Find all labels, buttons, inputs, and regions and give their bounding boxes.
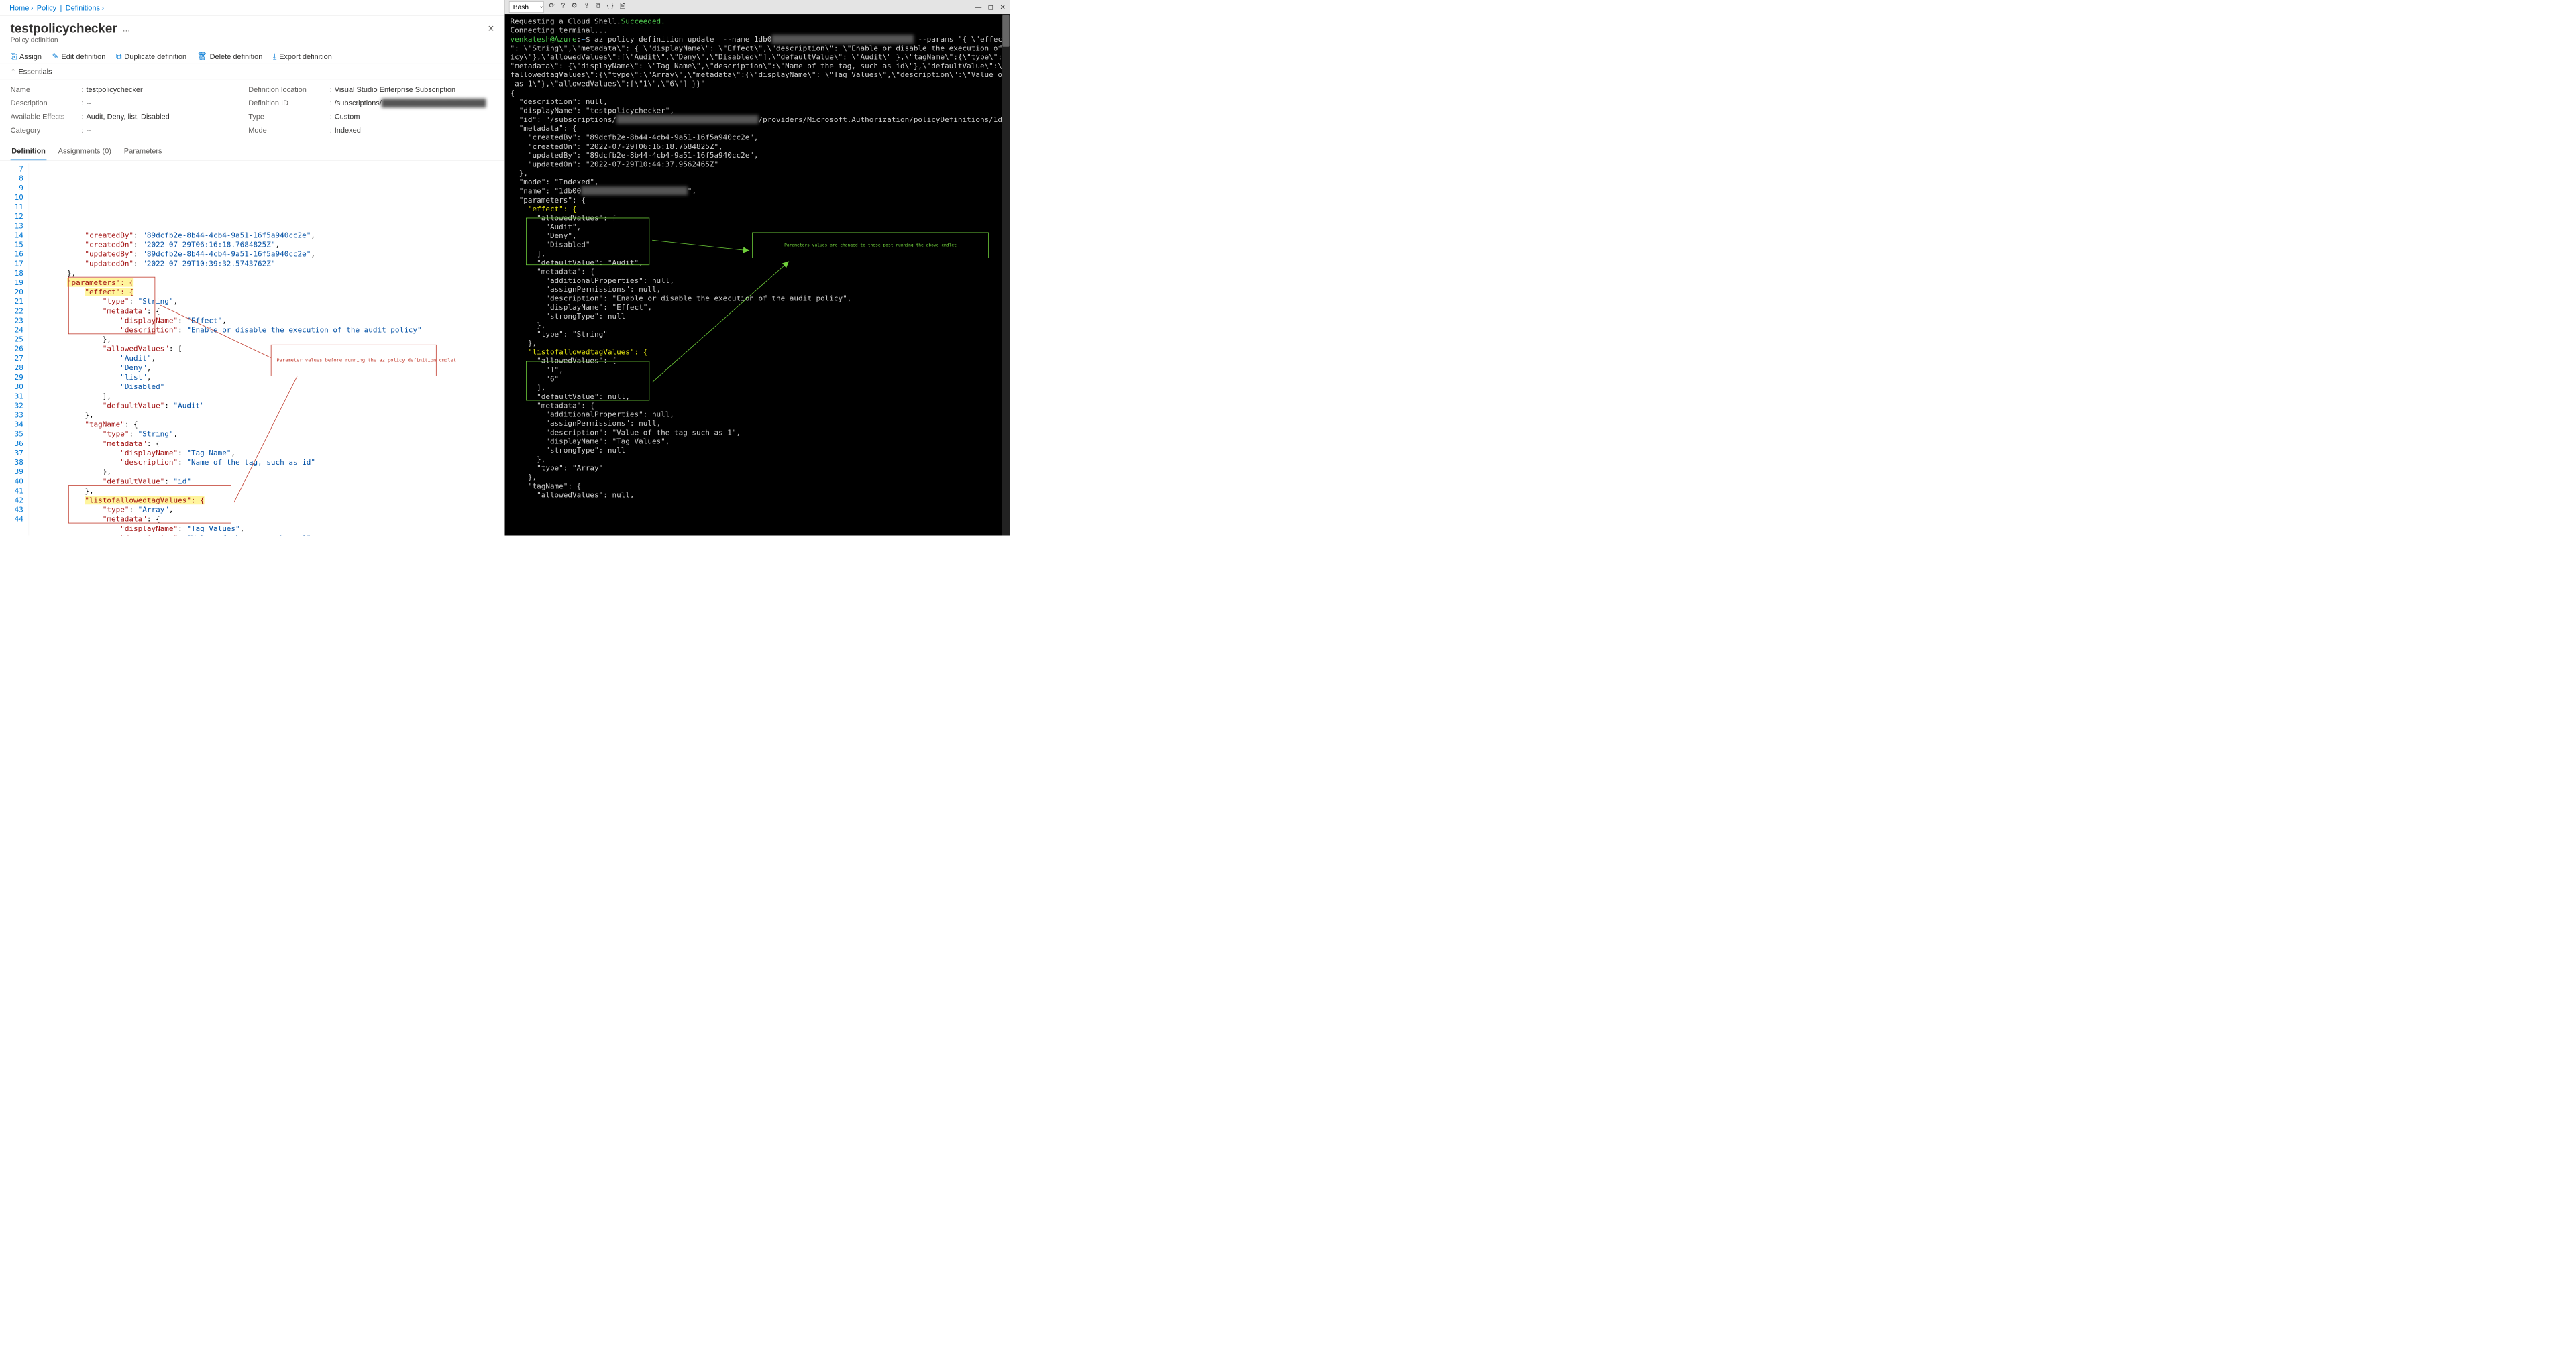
edit-icon: ✎ (52, 52, 59, 61)
duplicate-icon: ⧉ (116, 52, 121, 60)
settings-icon[interactable]: ⚙ (572, 1, 578, 13)
upload-icon[interactable]: ⇪ (584, 1, 590, 13)
breadcrumb-definitions[interactable]: Definitions (66, 3, 100, 11)
terminal-output[interactable]: Requesting a Cloud Shell.Succeeded.Conne… (505, 14, 1010, 535)
export-definition-button[interactable]: ⤓Export definition (273, 52, 332, 60)
editor-icon[interactable]: 🗎 (620, 1, 625, 13)
edit-definition-button[interactable]: ✎Edit definition (52, 52, 106, 61)
restart-icon[interactable]: ⟳ (549, 1, 555, 13)
breadcrumb-home[interactable]: Home (9, 3, 29, 11)
assign-button[interactable]: ⎘Assign (11, 52, 42, 60)
annotation-callout-after: Parameters values are changed to these p… (752, 233, 989, 258)
shell-selector[interactable]: Bash (509, 1, 544, 12)
duplicate-definition-button[interactable]: ⧉Duplicate definition (116, 52, 186, 60)
annotation-box-allowed-values-1 (68, 277, 155, 334)
terminal-toolbar: Bash ⟳ ? ⚙ ⇪ ⧉ { } 🗎 — ◻ ✕ (505, 0, 1010, 14)
label-definition-id: Definition ID (248, 99, 327, 107)
label-definition-location: Definition location (248, 85, 327, 94)
annotation-box-effect-allowed (526, 218, 649, 266)
scrollbar-thumb[interactable] (1002, 15, 1009, 47)
delete-definition-button[interactable]: 🗑Delete definition (197, 52, 263, 61)
close-terminal-icon[interactable]: ✕ (1000, 3, 1006, 11)
help-icon[interactable]: ? (561, 1, 565, 13)
annotation-box-allowed-values-2 (68, 485, 231, 523)
breadcrumb: Home› Policy | Definitions› (0, 0, 504, 16)
line-number-gutter: 7891011121314151617181920212223242526272… (0, 163, 29, 535)
braces-icon[interactable]: { } (607, 1, 614, 13)
essentials-toggle[interactable]: ⌃ Essentials (0, 64, 504, 80)
code-area[interactable]: Parameter values before running the az p… (29, 163, 504, 535)
assign-icon: ⎘ (11, 52, 17, 60)
export-icon: ⤓ (273, 52, 276, 60)
tab-parameters[interactable]: Parameters (123, 142, 163, 160)
terminal-scrollbar[interactable] (1002, 14, 1010, 535)
value-name: :testpolicychecker (82, 85, 246, 94)
value-definition-id: :/subscriptions/████████████████████ (330, 99, 494, 107)
delete-icon: 🗑 (197, 52, 207, 61)
label-mode: Mode (248, 126, 327, 135)
page-title: testpolicychecker (11, 21, 117, 36)
label-description: Description (11, 99, 79, 107)
value-description: :-- (82, 99, 246, 107)
value-definition-location: :Visual Studio Enterprise Subscription (330, 85, 494, 94)
minimize-icon[interactable]: — (975, 3, 981, 11)
more-actions-button[interactable]: … (122, 24, 130, 33)
maximize-icon[interactable]: ◻ (988, 3, 994, 11)
new-session-icon[interactable]: ⧉ (596, 1, 600, 13)
cloud-shell-panel: Bash ⟳ ? ⚙ ⇪ ⧉ { } 🗎 — ◻ ✕ Requesting a … (505, 0, 1010, 536)
annotation-box-list-allowed (526, 361, 649, 401)
json-editor[interactable]: 7891011121314151617181920212223242526272… (0, 161, 504, 536)
redacted-text: ████████████████████ (382, 99, 486, 107)
essentials-grid: Name :testpolicychecker Definition locat… (0, 80, 504, 142)
value-mode: :Indexed (330, 126, 494, 135)
label-type: Type (248, 113, 327, 121)
toolbar: ⎘Assign ✎Edit definition ⧉Duplicate defi… (0, 49, 504, 64)
chevron-up-icon: ⌃ (11, 68, 16, 75)
tabs: Definition Assignments (0) Parameters (0, 142, 504, 160)
policy-definition-panel: Home› Policy | Definitions› testpolicych… (0, 0, 505, 536)
value-category: :-- (82, 126, 246, 135)
annotation-callout-before: Parameter values before running the az p… (271, 345, 437, 376)
label-name: Name (11, 85, 79, 94)
breadcrumb-policy[interactable]: Policy (37, 3, 56, 11)
value-available-effects: :Audit, Deny, list, Disabled (82, 113, 246, 121)
tab-assignments[interactable]: Assignments (0) (57, 142, 112, 160)
tab-definition[interactable]: Definition (11, 142, 47, 160)
label-available-effects: Available Effects (11, 113, 79, 121)
label-category: Category (11, 126, 79, 135)
close-panel-button[interactable]: × (488, 23, 494, 35)
value-type: :Custom (330, 113, 494, 121)
page-subtitle: Policy definition (0, 36, 504, 49)
